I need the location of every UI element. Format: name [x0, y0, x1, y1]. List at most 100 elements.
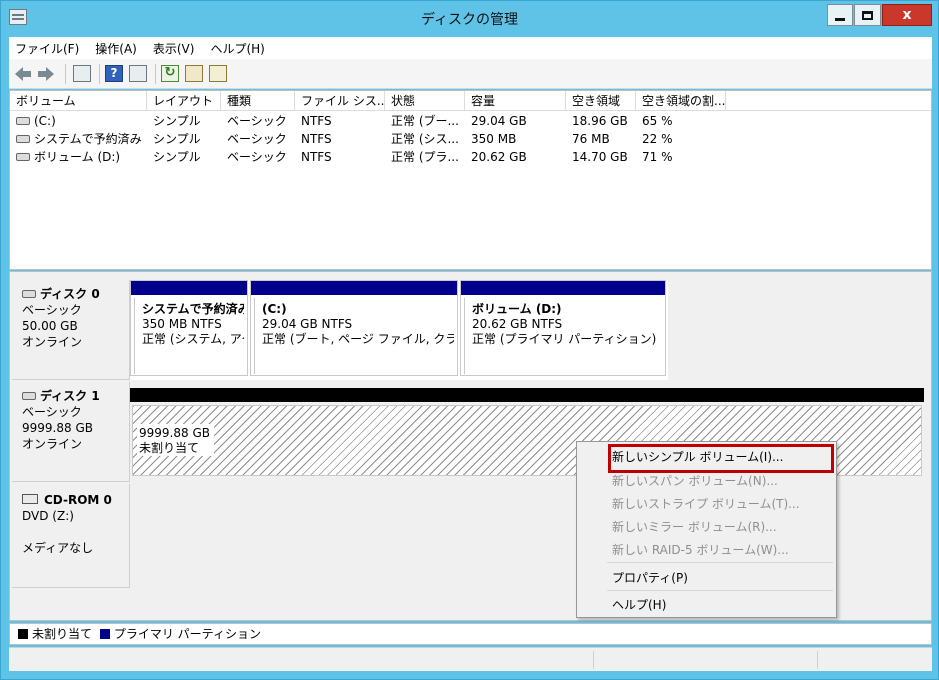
unallocated-bar: [130, 388, 924, 402]
volume-type: ベーシック: [227, 150, 287, 164]
table-row[interactable]: ボリューム (D:) シンプル ベーシック NTFS 正常 (プラ... 20.…: [10, 148, 931, 166]
partition-system-reserved[interactable]: システムで予約済み 350 MB NTFS 正常 (システム, アク: [130, 280, 248, 376]
menu-file[interactable]: ファイル(F): [15, 40, 79, 57]
column-filesystem[interactable]: ファイル シス...: [295, 91, 385, 111]
properties-icon[interactable]: [185, 65, 203, 82]
primary-partition-bar: [251, 281, 457, 295]
forward-arrow-icon[interactable]: [37, 65, 55, 82]
column-free-space[interactable]: 空き領域: [566, 91, 636, 111]
column-status[interactable]: 状態: [385, 91, 465, 111]
cdrom-0-drive: DVD (Z:): [22, 509, 74, 523]
menu-item-new-spanned-volume[interactable]: 新しいスパン ボリューム(N)...: [612, 472, 778, 489]
console-tree-icon[interactable]: [73, 65, 91, 82]
disk-1-type: ベーシック: [22, 405, 82, 419]
unallocated-size: 9999.88 GB: [139, 426, 210, 440]
title-bar: ディスクの管理 x: [1, 1, 938, 37]
cdrom-0-status: メディアなし: [22, 541, 94, 555]
menu-item-help[interactable]: ヘルプ(H): [612, 596, 666, 613]
menu-action[interactable]: 操作(A): [95, 40, 137, 57]
maximize-button[interactable]: [854, 4, 881, 26]
menu-view[interactable]: 表示(V): [153, 40, 195, 57]
drive-icon: [16, 116, 30, 125]
volume-type: ベーシック: [227, 132, 287, 146]
close-icon: x: [902, 7, 912, 23]
rescan-icon[interactable]: [209, 65, 227, 82]
cdrom-0-label[interactable]: CD-ROM 0 DVD (Z:) メディアなし: [12, 484, 130, 588]
primary-partition-bar: [461, 281, 665, 295]
menu-separator: [607, 562, 833, 563]
volume-layout: シンプル: [153, 114, 201, 128]
disk-0-name: ディスク 0: [40, 287, 100, 301]
volume-name: (C:): [34, 114, 56, 128]
volume-percent-free: 65 %: [642, 114, 673, 128]
volume-free-space: 76 MB: [572, 132, 610, 146]
disk-management-window: ディスクの管理 x ファイル(F) 操作(A) 表示(V) ヘルプ(H) ? ↻…: [0, 0, 939, 680]
column-percent-free[interactable]: 空き領域の割...: [636, 91, 726, 111]
window-title: ディスクの管理: [420, 12, 519, 28]
partition-status: 正常 (システム, アク: [142, 332, 244, 346]
column-layout[interactable]: レイアウト: [147, 91, 221, 111]
toolbar-separator: [99, 64, 100, 84]
toolbar: ? ↻: [9, 59, 932, 89]
volume-percent-free: 71 %: [642, 150, 673, 164]
menu-item-properties[interactable]: プロパティ(P): [612, 569, 688, 586]
partition-status: 正常 (ブート, ページ ファイル, クラッシュ: [262, 332, 454, 346]
volume-status: 正常 (プラ...: [391, 150, 459, 164]
menu-separator: [607, 590, 833, 591]
refresh-icon[interactable]: ↻: [161, 65, 179, 82]
back-arrow-icon[interactable]: [15, 65, 33, 82]
partition-size: 350 MB NTFS: [142, 317, 222, 331]
partition-status: 正常 (プライマリ パーティション): [472, 332, 657, 346]
column-type[interactable]: 種類: [221, 91, 295, 111]
volume-free-space: 18.96 GB: [572, 114, 628, 128]
volume-name: ボリューム (D:): [34, 150, 121, 164]
volume-capacity: 350 MB: [471, 132, 517, 146]
table-row[interactable]: システムで予約済み シンプル ベーシック NTFS 正常 (シス... 350 …: [10, 130, 931, 148]
disk-0-label[interactable]: ディスク 0 ベーシック 50.00 GB オンライン: [12, 280, 130, 380]
table-row[interactable]: (C:) シンプル ベーシック NTFS 正常 (ブー... 29.04 GB …: [10, 112, 931, 130]
disk-icon: [22, 289, 36, 298]
minimize-icon: [835, 17, 845, 21]
drive-icon: [16, 134, 30, 143]
partition-name: システムで予約済み: [142, 302, 244, 316]
menu-help[interactable]: ヘルプ(H): [210, 40, 264, 57]
volume-name: システムで予約済み: [34, 132, 142, 146]
partition-name: (C:): [262, 302, 287, 316]
volume-layout: シンプル: [153, 132, 201, 146]
volume-filesystem: NTFS: [301, 150, 332, 164]
volume-list: ボリューム レイアウト 種類 ファイル シス... 状態 容量 空き領域 空き領…: [9, 90, 932, 270]
column-capacity[interactable]: 容量: [465, 91, 566, 111]
partition-size: 20.62 GB NTFS: [472, 317, 563, 331]
disk-1-label[interactable]: ディスク 1 ベーシック 9999.88 GB オンライン: [12, 382, 130, 482]
status-bar: [9, 647, 932, 671]
menu-item-new-simple-volume[interactable]: 新しいシンプル ボリューム(I)...: [612, 448, 783, 465]
close-button[interactable]: x: [882, 4, 932, 26]
volume-filesystem: NTFS: [301, 132, 332, 146]
cdrom-icon: [22, 493, 38, 504]
disk-0-status: オンライン: [22, 335, 83, 349]
unallocated-swatch: [18, 628, 28, 639]
disk-1-status: オンライン: [22, 437, 83, 451]
disk-0-size: 50.00 GB: [22, 319, 78, 333]
partition-c[interactable]: (C:) 29.04 GB NTFS 正常 (ブート, ページ ファイル, クラ…: [250, 280, 458, 376]
volume-filesystem: NTFS: [301, 114, 332, 128]
primary-partition-bar: [131, 281, 247, 295]
legend-unallocated: 未割り当て: [32, 627, 93, 641]
menu-item-new-mirror-volume[interactable]: 新しいミラー ボリューム(R)...: [612, 518, 777, 535]
disk-1-name: ディスク 1: [40, 389, 100, 403]
partition-d[interactable]: ボリューム (D:) 20.62 GB NTFS 正常 (プライマリ パーティシ…: [460, 280, 666, 376]
legend: 未割り当て プライマリ パーティション: [9, 623, 932, 645]
help-icon[interactable]: ?: [105, 65, 123, 82]
details-pane-icon[interactable]: [129, 65, 147, 82]
disk-1-size: 9999.88 GB: [22, 421, 93, 435]
column-volume[interactable]: ボリューム: [10, 91, 147, 111]
partition-size: 29.04 GB NTFS: [262, 317, 353, 331]
partition-name: ボリューム (D:): [472, 302, 562, 316]
volume-status: 正常 (シス...: [391, 132, 459, 146]
toolbar-separator: [65, 64, 66, 84]
volume-type: ベーシック: [227, 114, 287, 128]
volume-capacity: 29.04 GB: [471, 114, 527, 128]
menu-item-new-raid5-volume[interactable]: 新しい RAID-5 ボリューム(W)...: [612, 541, 789, 558]
menu-item-new-striped-volume[interactable]: 新しいストライプ ボリューム(T)...: [612, 495, 800, 512]
minimize-button[interactable]: [827, 4, 853, 26]
